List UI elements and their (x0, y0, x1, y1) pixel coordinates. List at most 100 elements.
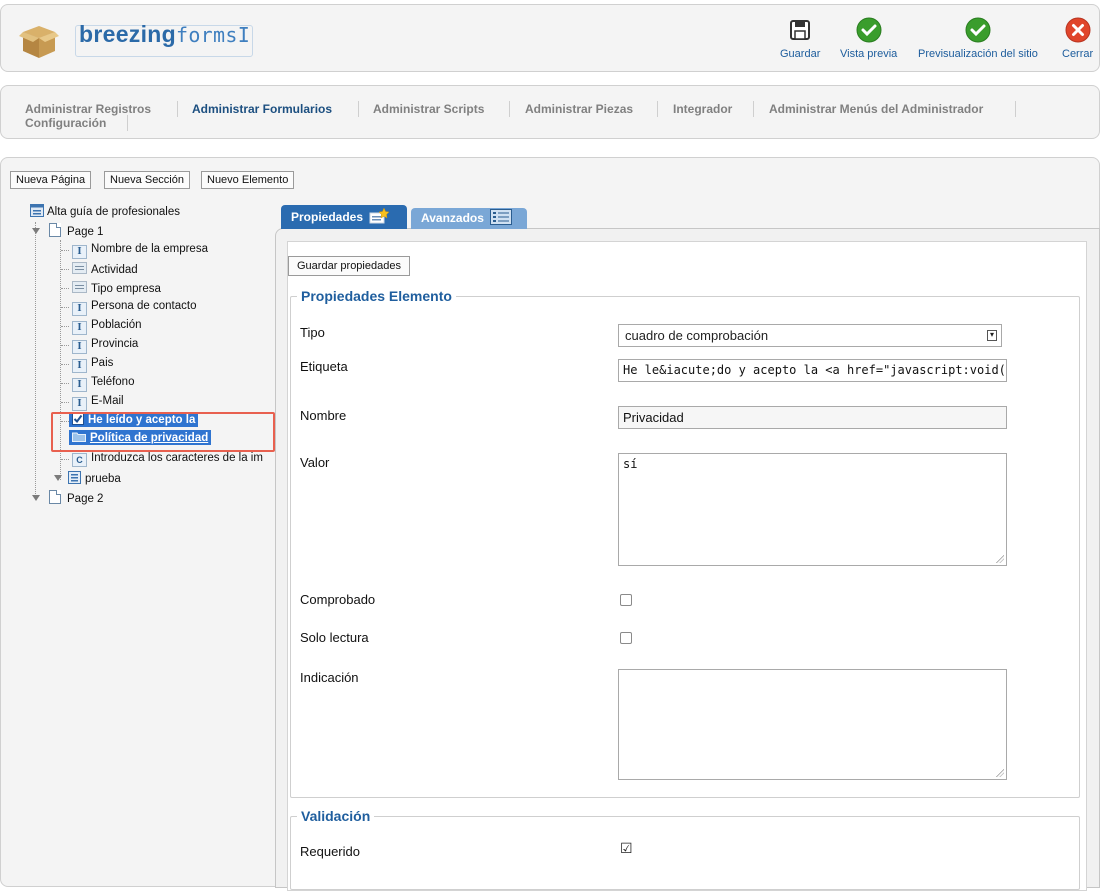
tree-item-telefono[interactable]: I Teléfono (72, 376, 134, 392)
captcha-icon: C (72, 453, 87, 467)
tree-page-2[interactable]: Page 2 (32, 490, 103, 505)
nav-item-configuracion[interactable]: Configuración (25, 116, 106, 130)
tree-item-label: Tipo empresa (91, 283, 161, 295)
tree-page-1-label: Page 1 (67, 226, 104, 238)
type-label: Tipo (300, 325, 325, 340)
tree-item-pais[interactable]: I Pais (72, 357, 113, 373)
validation-title: Validación (301, 808, 371, 824)
nav-item-menus[interactable]: Administrar Menús del Administrador (769, 102, 983, 116)
nav-item-registros[interactable]: Administrar Registros (25, 102, 151, 116)
tab-properties[interactable]: Propiedades (281, 205, 407, 229)
validation-group: Validación (290, 808, 1080, 890)
comprobado-label: Comprobado (300, 592, 376, 607)
nav-item-piezas[interactable]: Administrar Piezas (525, 102, 633, 116)
select-list-icon (72, 262, 87, 274)
tree-guide-line (35, 222, 36, 494)
advanced-list-icon (490, 209, 513, 225)
tree-branch (61, 307, 69, 308)
save-button[interactable]: Guardar (780, 17, 820, 60)
main-navigation: Administrar Registros Administrar Formul… (0, 85, 1100, 139)
solo-lectura-checkbox[interactable] (620, 632, 632, 644)
resize-handle-icon[interactable] (996, 769, 1004, 777)
tree-item-label: Pais (91, 357, 114, 369)
tab-properties-label: Propiedades (291, 210, 364, 224)
preview-button-label: Vista previa (840, 48, 898, 60)
tree-item-label: Persona de contacto (91, 300, 197, 312)
check-circle-icon (965, 17, 991, 43)
tree-item-nombre[interactable]: I Nombre de la empresa (72, 243, 208, 259)
save-properties-button[interactable]: Guardar propiedades (288, 256, 410, 276)
tree-item-provincia[interactable]: I Provincia (72, 338, 138, 354)
nombre-input[interactable]: Privacidad (618, 406, 1007, 429)
etiqueta-label: Etiqueta (300, 359, 348, 374)
etiqueta-input[interactable]: He le&iacute;do y acepto la <a href="jav… (618, 359, 1007, 382)
tree-branch (61, 459, 69, 460)
solo-lectura-label: Solo lectura (300, 630, 369, 645)
logo-light-text: forms (175, 23, 238, 47)
tree-item-label: E-Mail (91, 395, 124, 407)
requerido-checkbox[interactable]: ☑ (620, 840, 633, 857)
tree-item-persona[interactable]: I Persona de contacto (72, 300, 197, 316)
tree-item-label: Introduzca los caracteres de la im (91, 452, 263, 464)
expand-arrow-icon[interactable] (32, 495, 40, 501)
text-field-icon: I (72, 245, 87, 259)
tree-branch (61, 345, 69, 346)
indicacion-label: Indicación (300, 670, 359, 685)
logo-cursor-text: I (237, 23, 251, 47)
tree-root-form[interactable]: Alta guía de profesionales (30, 204, 180, 218)
tree-item-captcha[interactable]: C Introduzca los caracteres de la im (72, 452, 263, 467)
text-field-icon: I (72, 340, 87, 354)
tree-item-label: Provincia (91, 338, 139, 350)
valor-text: sí (623, 457, 638, 471)
tab-advanced[interactable]: Avanzados (411, 208, 527, 229)
tree-item-label: Teléfono (91, 376, 135, 388)
new-page-button[interactable]: Nueva Página (10, 171, 92, 189)
page-icon (49, 223, 61, 237)
properties-star-icon (369, 207, 390, 224)
save-button-label: Guardar (780, 48, 821, 60)
page-icon (49, 490, 61, 504)
logo-bold-text: breezing (79, 21, 176, 47)
section-icon (68, 471, 81, 484)
valor-textarea[interactable]: sí (618, 453, 1007, 566)
tree-branch (61, 288, 69, 289)
app-header: breezingformsI Guardar Vista previa Prev… (0, 4, 1100, 72)
new-element-button[interactable]: Nuevo Elemento (201, 171, 295, 189)
type-select[interactable]: cuadro de comprobación ▾ (618, 324, 1002, 347)
close-button[interactable]: Cerrar (1062, 17, 1093, 60)
tree-item-poblacion[interactable]: I Población (72, 319, 142, 335)
nav-item-integrador[interactable]: Integrador (673, 102, 732, 116)
text-field-icon: I (72, 302, 87, 316)
tab-advanced-label: Avanzados (421, 211, 484, 225)
close-circle-icon (1065, 17, 1091, 43)
tree-item-label: Actividad (91, 264, 138, 276)
tree-branch (61, 402, 69, 403)
type-select-value: cuadro de comprobación (625, 328, 769, 343)
resize-handle-icon[interactable] (996, 555, 1004, 563)
tree-item-tipo-empresa[interactable]: Tipo empresa (72, 281, 161, 295)
tree-branch (61, 269, 69, 270)
tree-branch (61, 364, 69, 365)
tree-item-actividad[interactable]: Actividad (72, 262, 138, 276)
indicacion-textarea[interactable] (618, 669, 1007, 780)
nav-separator (753, 101, 754, 117)
tree-item-label: prueba (85, 473, 121, 485)
tree-page-1[interactable]: Page 1 (32, 223, 103, 238)
expand-arrow-icon[interactable] (54, 475, 62, 481)
new-section-button[interactable]: Nueva Sección (104, 171, 190, 189)
expand-arrow-icon[interactable] (32, 228, 40, 234)
nav-item-scripts[interactable]: Administrar Scripts (373, 102, 484, 116)
tree-item-label: Nombre de la empresa (91, 243, 208, 255)
preview-button[interactable]: Vista previa (840, 17, 897, 60)
nav-item-formularios[interactable]: Administrar Formularios (192, 102, 332, 116)
tree-item-prueba[interactable]: prueba (54, 471, 121, 485)
nav-separator (657, 101, 658, 117)
tree-item-email[interactable]: I E-Mail (72, 395, 124, 411)
comprobado-checkbox[interactable] (620, 594, 632, 606)
site-preview-button[interactable]: Previsualización del sitio (918, 17, 1038, 60)
nav-separator (509, 101, 510, 117)
tree-branch (61, 383, 69, 384)
nav-separator (358, 101, 359, 117)
tree-page-2-label: Page 2 (67, 493, 104, 505)
tree-branch (61, 250, 69, 251)
